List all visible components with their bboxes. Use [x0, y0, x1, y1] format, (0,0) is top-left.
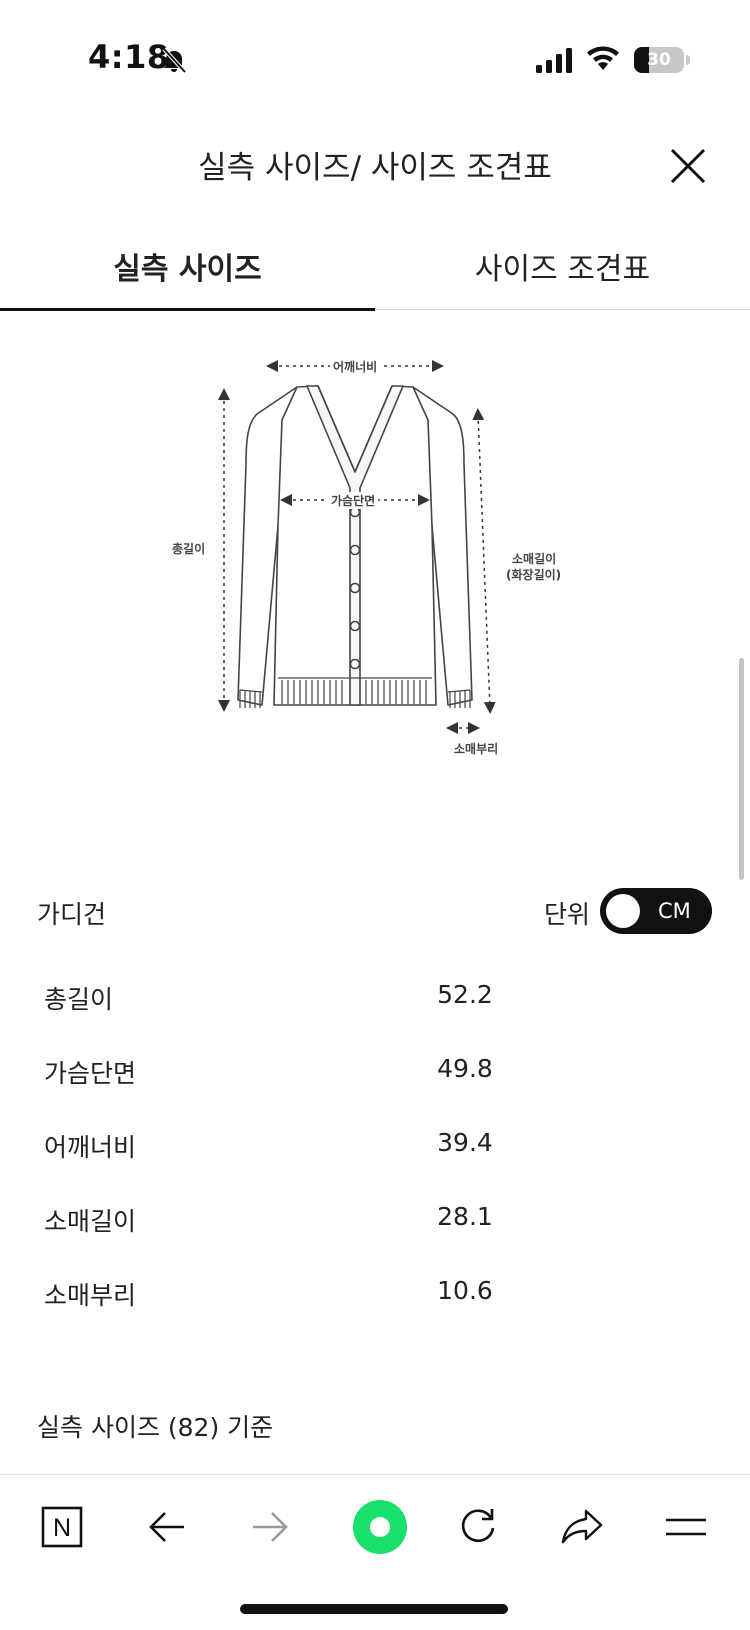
table-row: 어깨너비 39.4: [0, 1108, 750, 1182]
tab-size-chart[interactable]: 사이즈 조견표: [375, 228, 750, 310]
unit-label: 단위: [544, 900, 591, 929]
measurement-value: 39.4: [437, 1128, 493, 1157]
table-row: 소매길이 28.1: [0, 1182, 750, 1256]
cardigan-diagram: 어깨너비 가슴단면 총길이 소매길이 (화장길이) 소매부리: [170, 358, 590, 800]
label-sleeve-length-alt: (화장길이): [506, 568, 562, 582]
label-shoulder-width: 어깨너비: [330, 358, 381, 375]
green-dot-button[interactable]: [344, 1491, 416, 1563]
naver-home-button[interactable]: N: [32, 1497, 92, 1557]
label-sleeve-length: 소매길이: [512, 552, 557, 566]
label-total-length: 총길이: [172, 542, 206, 556]
refresh-button[interactable]: [448, 1497, 508, 1557]
battery-icon: 30: [634, 47, 684, 73]
measurement-label: 총길이: [44, 985, 114, 1014]
size-table: 총길이 52.2 가슴단면 49.8 어깨너비 39.4 소매길이 28.1 소…: [0, 960, 750, 1330]
naver-home-letter: N: [53, 1514, 71, 1542]
unit-value: CM: [658, 899, 691, 923]
back-button[interactable]: [137, 1497, 197, 1557]
share-button[interactable]: [552, 1497, 612, 1557]
wifi-icon: [587, 46, 619, 70]
measurement-value: 28.1: [437, 1202, 493, 1231]
close-icon[interactable]: [668, 146, 708, 186]
status-bar: 4:18 30: [0, 0, 750, 120]
product-name: 가디건: [37, 900, 107, 929]
unit-toggle[interactable]: CM: [600, 888, 712, 934]
refresh-icon: [461, 1509, 495, 1543]
measurement-label: 가슴단면: [44, 1059, 137, 1088]
battery-tip: [686, 55, 690, 65]
table-row: 가슴단면 49.8: [0, 1034, 750, 1108]
size-tabs: 실측 사이즈 사이즈 조견표: [0, 228, 750, 311]
scrollbar[interactable]: [739, 658, 744, 880]
measurement-value: 10.6: [437, 1276, 493, 1305]
forward-button[interactable]: [240, 1497, 300, 1557]
tab-measured-size[interactable]: 실측 사이즈: [0, 228, 375, 311]
label-chest-width: 가슴단면: [328, 492, 379, 509]
measurement-label: 어깨너비: [44, 1133, 137, 1162]
menu-button[interactable]: [656, 1497, 716, 1557]
status-time: 4:18: [88, 38, 170, 76]
table-row: 소매부리 10.6: [0, 1256, 750, 1330]
table-row: 총길이 52.2: [0, 960, 750, 1034]
share-icon: [561, 1509, 603, 1544]
measurement-label: 소매길이: [44, 1207, 137, 1236]
measurement-value: 49.8: [437, 1054, 493, 1083]
home-indicator: [240, 1604, 508, 1614]
page-title: 실측 사이즈/ 사이즈 조견표: [198, 150, 552, 186]
menu-icon: [666, 1518, 706, 1536]
measurement-value: 52.2: [437, 980, 493, 1009]
forward-icon: [253, 1512, 288, 1542]
label-cuff-width: 소매부리: [454, 742, 499, 756]
cellular-signal-icon: [536, 48, 572, 73]
toggle-knob: [606, 894, 640, 928]
battery-level: 30: [647, 50, 671, 70]
measurement-label: 소매부리: [44, 1281, 137, 1310]
back-icon: [149, 1512, 184, 1542]
green-dot-icon: [353, 1500, 407, 1554]
size-basis-note: 실측 사이즈 (82) 기준: [37, 1413, 274, 1442]
naver-home-icon: N: [41, 1506, 83, 1548]
bell-slash-icon: [162, 47, 187, 74]
